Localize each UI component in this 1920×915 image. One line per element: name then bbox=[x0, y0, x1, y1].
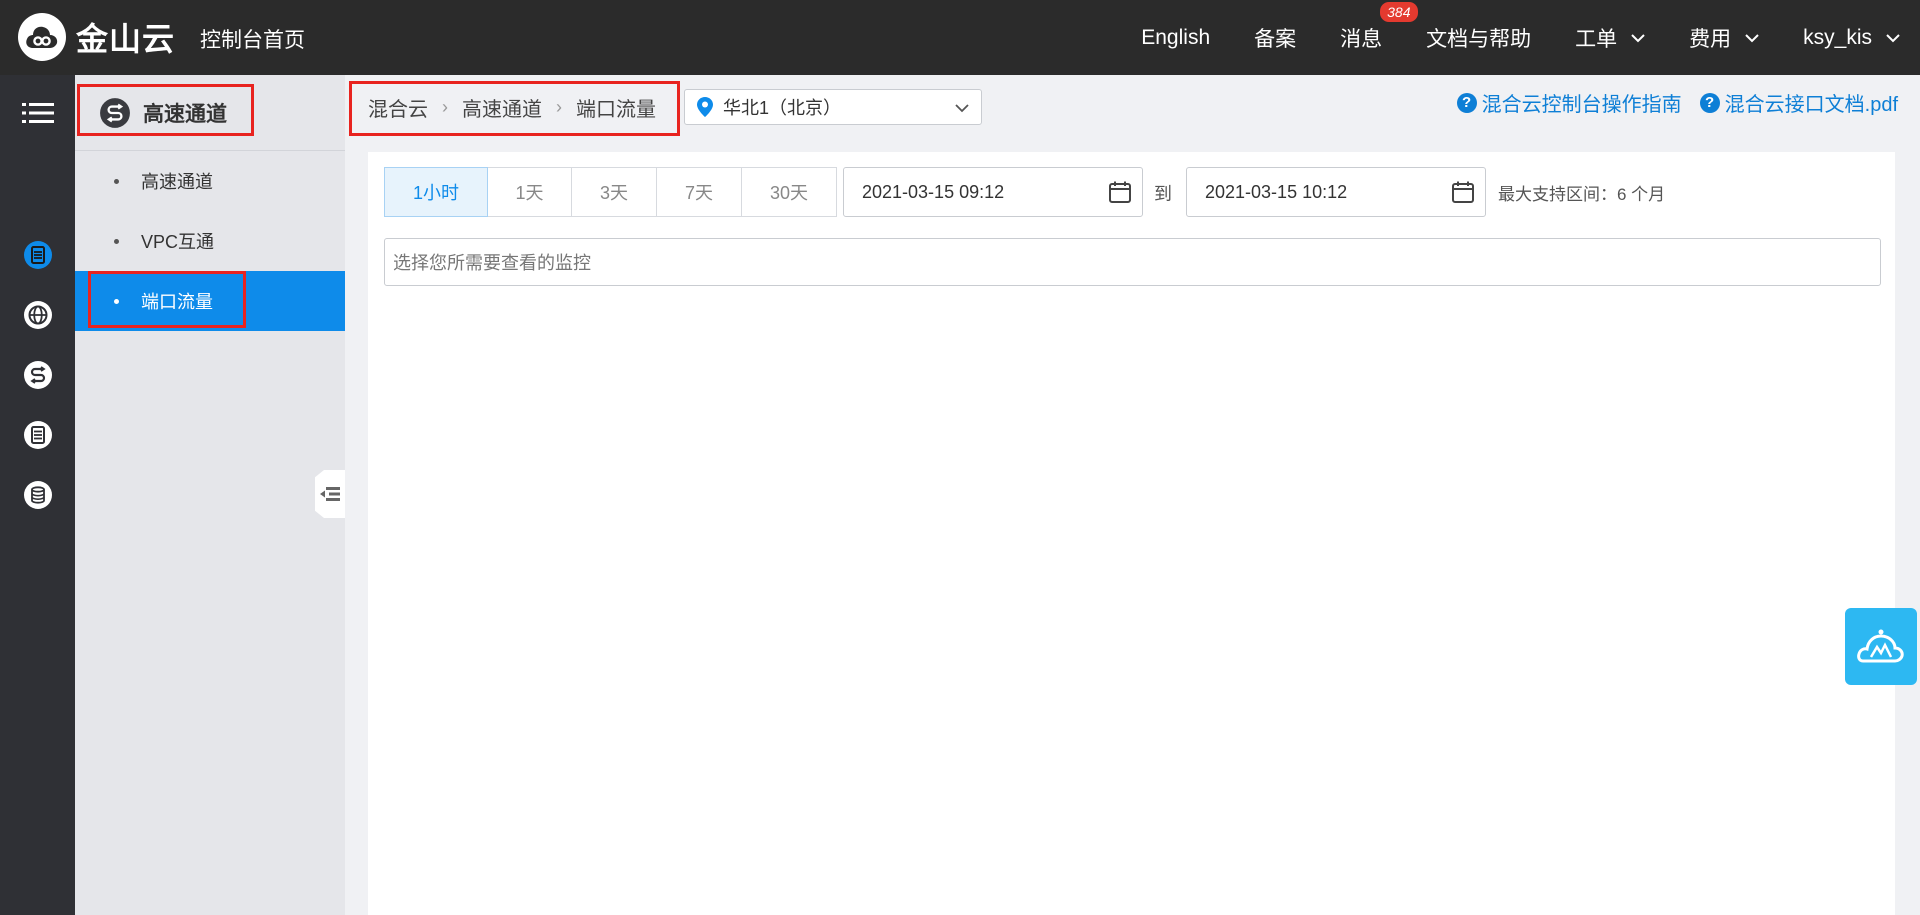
top-bar: 金山云 控制台首页 English 备案 消息 384 文档与帮助 工单 费用 … bbox=[0, 0, 1920, 75]
range-1-hour-button[interactable]: 1小时 bbox=[384, 167, 488, 217]
icon-rail bbox=[0, 75, 75, 915]
globe-icon bbox=[23, 301, 52, 329]
console-guide-label: 混合云控制台操作指南 bbox=[1481, 94, 1682, 116]
top-nav: English 备案 消息 384 文档与帮助 工单 费用 ksy_kis bbox=[1141, 0, 1920, 75]
question-circle-icon: ? bbox=[1456, 92, 1477, 113]
server-icon bbox=[23, 241, 52, 269]
messages-link[interactable]: 消息 384 bbox=[1340, 1, 1418, 53]
bullet-dot bbox=[114, 298, 119, 304]
chat-bubble-icon bbox=[1857, 629, 1904, 662]
api-doc-link[interactable]: ? 混合云接口文档.pdf bbox=[1699, 88, 1898, 117]
location-pin-icon bbox=[697, 97, 713, 117]
messages-label: 消息 bbox=[1340, 27, 1383, 51]
content-panel: 1小时 1天 3天 7天 30天 2021-03-15 09:12 到 2021… bbox=[368, 152, 1895, 915]
api-doc-label: 混合云接口文档.pdf bbox=[1724, 94, 1898, 116]
chevron-down-icon bbox=[955, 104, 969, 113]
to-label: 到 bbox=[1154, 184, 1172, 204]
region-value: 华北1（北京） bbox=[723, 98, 842, 118]
chevron-down-icon bbox=[1886, 33, 1900, 42]
express-channel-icon bbox=[23, 361, 52, 389]
bullet-dot bbox=[114, 238, 119, 244]
logo-text: 金山云 bbox=[76, 21, 176, 57]
sidebar-item-label: 高速通道 bbox=[141, 172, 213, 192]
breadcrumb-item[interactable]: 混合云 bbox=[368, 93, 428, 122]
breadcrumb: 混合云 › 高速通道 › 端口流量 bbox=[368, 93, 656, 122]
help-links: ? 混合云控制台操作指南 ? 混合云接口文档.pdf bbox=[1439, 88, 1898, 117]
express-channel-icon bbox=[100, 97, 130, 128]
rail-database[interactable] bbox=[0, 465, 75, 525]
rail-express-channel[interactable] bbox=[0, 345, 75, 405]
menu-icon bbox=[21, 103, 54, 123]
messages-badge: 384 bbox=[1380, 1, 1418, 22]
rail-network[interactable] bbox=[0, 285, 75, 345]
tickets-label: 工单 bbox=[1575, 27, 1618, 51]
collapse-icon bbox=[320, 487, 340, 501]
start-date-input[interactable]: 2021-03-15 09:12 bbox=[843, 167, 1143, 217]
calendar-icon bbox=[1452, 181, 1474, 203]
breadcrumb-separator-icon: › bbox=[556, 97, 562, 117]
logo[interactable]: 金山云 bbox=[18, 11, 175, 63]
monitor-select-input[interactable]: 选择您所需要查看的监控 bbox=[384, 238, 1881, 286]
start-date-value: 2021-03-15 09:12 bbox=[862, 181, 1005, 202]
rail-storage[interactable] bbox=[0, 405, 75, 465]
monitor-select-placeholder: 选择您所需要查看的监控 bbox=[393, 253, 591, 273]
breadcrumb-current: 端口流量 bbox=[576, 99, 656, 121]
range-3-day-button[interactable]: 3天 bbox=[571, 167, 657, 217]
storage-icon bbox=[23, 421, 52, 449]
end-date-input[interactable]: 2021-03-15 10:12 bbox=[1186, 167, 1486, 217]
sidebar: 高速通道 高速通道 VPC互通 端口流量 bbox=[75, 75, 345, 915]
customer-service-button[interactable] bbox=[1845, 608, 1917, 685]
sidebar-header: 高速通道 bbox=[75, 75, 345, 151]
time-range-group: 1小时 1天 3天 7天 30天 bbox=[384, 167, 837, 217]
console-home-link[interactable]: 控制台首页 bbox=[200, 24, 305, 54]
sidebar-item-label: VPC互通 bbox=[141, 232, 215, 252]
tickets-menu[interactable]: 工单 bbox=[1575, 23, 1645, 53]
region-select[interactable]: 华北1（北京） bbox=[684, 89, 982, 125]
sidebar-item-port-traffic[interactable]: 端口流量 bbox=[75, 271, 345, 331]
bullet-dot bbox=[114, 178, 119, 184]
filing-link[interactable]: 备案 bbox=[1254, 23, 1296, 53]
range-7-day-button[interactable]: 7天 bbox=[656, 167, 742, 217]
sidebar-collapse-toggle[interactable] bbox=[315, 470, 345, 518]
rail-server[interactable] bbox=[0, 225, 75, 285]
chevron-down-icon bbox=[1745, 33, 1759, 42]
calendar-icon bbox=[1109, 181, 1131, 203]
sidebar-item-express-channel[interactable]: 高速通道 bbox=[75, 151, 345, 211]
chevron-down-icon bbox=[1631, 33, 1645, 42]
range-1-day-button[interactable]: 1天 bbox=[487, 167, 572, 217]
end-date-value: 2021-03-15 10:12 bbox=[1205, 181, 1348, 202]
user-menu[interactable]: ksy_kis bbox=[1803, 26, 1900, 50]
console-guide-link[interactable]: ? 混合云控制台操作指南 bbox=[1456, 88, 1682, 117]
sidebar-item-vpc-interconnect[interactable]: VPC互通 bbox=[75, 211, 345, 271]
database-icon bbox=[23, 481, 52, 509]
breadcrumb-separator-icon: › bbox=[442, 97, 448, 117]
docs-link[interactable]: 文档与帮助 bbox=[1426, 23, 1531, 53]
user-name: ksy_kis bbox=[1803, 25, 1872, 49]
english-link[interactable]: English bbox=[1141, 26, 1210, 50]
billing-menu[interactable]: 费用 bbox=[1689, 23, 1759, 53]
question-circle-icon: ? bbox=[1699, 92, 1720, 113]
max-range-note: 最大支持区间：6 个月 bbox=[1498, 185, 1666, 204]
sidebar-title: 高速通道 bbox=[143, 102, 227, 126]
sidebar-item-label: 端口流量 bbox=[141, 292, 213, 312]
cloud-logo-icon bbox=[18, 13, 66, 61]
breadcrumb-item[interactable]: 高速通道 bbox=[462, 93, 542, 122]
menu-toggle[interactable] bbox=[0, 75, 75, 151]
range-30-day-button[interactable]: 30天 bbox=[741, 167, 837, 217]
billing-label: 费用 bbox=[1689, 27, 1732, 51]
